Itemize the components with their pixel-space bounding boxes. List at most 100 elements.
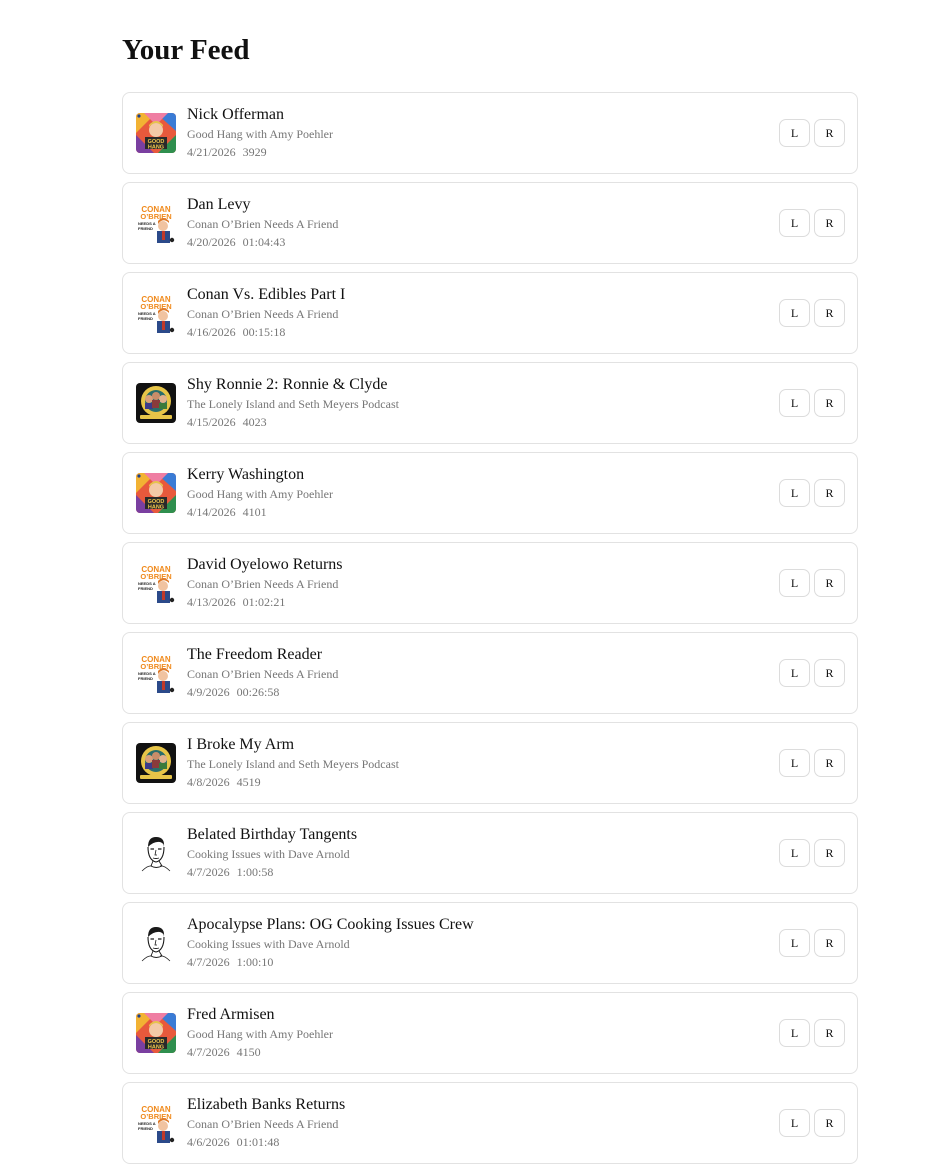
- r-button[interactable]: R: [814, 1019, 845, 1047]
- episode-duration: 3929: [242, 145, 267, 159]
- episode-meta: 4/8/2026 4519: [187, 774, 757, 790]
- episode-duration: 01:01:48: [236, 1135, 280, 1149]
- r-button[interactable]: R: [814, 119, 845, 147]
- episode-date: 4/9/2026: [187, 685, 230, 699]
- episode-title[interactable]: Conan Vs. Edibles Part I: [187, 285, 757, 305]
- episode-duration: 01:04:43: [242, 235, 286, 249]
- episode-meta: 4/16/2026 00:15:18: [187, 324, 757, 340]
- episode-duration: 4519: [236, 775, 261, 789]
- feed-item[interactable]: CONAN O’BRIEN NEEDS A FRIEND Dan Levy Conan O…: [122, 182, 858, 264]
- episode-title[interactable]: David Oyelowo Returns: [187, 555, 757, 575]
- episode-title[interactable]: I Broke My Arm: [187, 735, 757, 755]
- feed-item[interactable]: CONAN O’BRIEN NEEDS A FRIEND Elizabeth Banks…: [122, 1082, 858, 1164]
- l-button[interactable]: L: [779, 569, 810, 597]
- svg-text:FRIEND: FRIEND: [138, 316, 153, 321]
- r-button[interactable]: R: [814, 479, 845, 507]
- l-button[interactable]: L: [779, 1019, 810, 1047]
- l-button[interactable]: L: [779, 839, 810, 867]
- episode-duration: 4150: [236, 1045, 261, 1059]
- episode-date: 4/7/2026: [187, 1045, 230, 1059]
- episode-date: 4/20/2026: [187, 235, 236, 249]
- episode-date: 4/7/2026: [187, 955, 230, 969]
- l-button[interactable]: L: [779, 1109, 810, 1137]
- conan-artwork: CONAN O’BRIEN NEEDS A FRIEND: [136, 1103, 176, 1143]
- feed-item[interactable]: Apocalypse Plans: OG Cooking Issues Crew…: [122, 902, 858, 984]
- episode-title[interactable]: Nick Offerman: [187, 105, 757, 125]
- episode-date: 4/21/2026: [187, 145, 236, 159]
- feed-item[interactable]: GOOD HANG Fred Armisen Good Hang with Amy P…: [122, 992, 858, 1074]
- episode-meta: 4/21/2026 3929: [187, 144, 757, 160]
- episode-info: Belated Birthday Tangents Cooking Issues …: [187, 825, 757, 880]
- episode-actions: LR: [779, 659, 845, 687]
- episode-date: 4/13/2026: [187, 595, 236, 609]
- r-button[interactable]: R: [814, 389, 845, 417]
- feed-item[interactable]: CONAN O’BRIEN NEEDS A FRIEND David Oyelowo R…: [122, 542, 858, 624]
- episode-info: I Broke My Arm The Lonely Island and Seth…: [187, 735, 757, 790]
- episode-date: 4/7/2026: [187, 865, 230, 879]
- episode-actions: LR: [779, 1109, 845, 1137]
- r-button[interactable]: R: [814, 1109, 845, 1137]
- feed-item[interactable]: CONAN O’BRIEN NEEDS A FRIEND The Freedom Rea…: [122, 632, 858, 714]
- l-button[interactable]: L: [779, 389, 810, 417]
- episode-info: Fred Armisen Good Hang with Amy Poehler 4/…: [187, 1005, 757, 1060]
- podcast-name: Cooking Issues with Dave Arnold: [187, 847, 350, 861]
- svg-text:FRIEND: FRIEND: [138, 586, 153, 591]
- episode-date: 4/15/2026: [187, 415, 236, 429]
- podcast-name: Good Hang with Amy Poehler: [187, 127, 333, 141]
- episode-info: Apocalypse Plans: OG Cooking Issues Crew…: [187, 915, 757, 970]
- r-button[interactable]: R: [814, 929, 845, 957]
- episode-title[interactable]: Fred Armisen: [187, 1005, 757, 1025]
- episode-info: Kerry Washington Good Hang with Amy Poehl…: [187, 465, 757, 520]
- episode-actions: LR: [779, 1019, 845, 1047]
- episode-title[interactable]: Apocalypse Plans: OG Cooking Issues Crew: [187, 915, 757, 935]
- feed-item[interactable]: GOOD HANG Nick Offerman Good Hang with Amy …: [122, 92, 858, 174]
- episode-info: The Freedom Reader Conan O’Brien Needs A …: [187, 645, 757, 700]
- r-button[interactable]: R: [814, 209, 845, 237]
- episode-actions: LR: [779, 209, 845, 237]
- l-button[interactable]: L: [779, 209, 810, 237]
- episode-info: David Oyelowo Returns Conan O’Brien Needs…: [187, 555, 757, 610]
- l-button[interactable]: L: [779, 119, 810, 147]
- feed-item[interactable]: Shy Ronnie 2: Ronnie & Clyde The Lonely I…: [122, 362, 858, 444]
- episode-info: Nick Offerman Good Hang with Amy Poehler 4…: [187, 105, 757, 160]
- r-button[interactable]: R: [814, 659, 845, 687]
- episode-title[interactable]: Dan Levy: [187, 195, 757, 215]
- good-hang-artwork: GOOD HANG: [136, 113, 176, 153]
- feed-item[interactable]: Belated Birthday Tangents Cooking Issues …: [122, 812, 858, 894]
- podcast-name: Good Hang with Amy Poehler: [187, 1027, 333, 1041]
- episode-info: Conan Vs. Edibles Part I Conan O’Brien Ne…: [187, 285, 757, 340]
- feed-item[interactable]: CONAN O’BRIEN NEEDS A FRIEND Conan Vs. Edibl…: [122, 272, 858, 354]
- episode-info: Elizabeth Banks Returns Conan O’Brien Nee…: [187, 1095, 757, 1150]
- r-button[interactable]: R: [814, 749, 845, 777]
- episode-date: 4/6/2026: [187, 1135, 230, 1149]
- episode-actions: LR: [779, 119, 845, 147]
- l-button[interactable]: L: [779, 929, 810, 957]
- l-button[interactable]: L: [779, 299, 810, 327]
- podcast-name: Conan O’Brien Needs A Friend: [187, 667, 339, 681]
- episode-meta: 4/14/2026 4101: [187, 504, 757, 520]
- episode-date: 4/16/2026: [187, 325, 236, 339]
- episode-date: 4/14/2026: [187, 505, 236, 519]
- svg-text:HANG: HANG: [148, 145, 164, 151]
- feed-item[interactable]: I Broke My Arm The Lonely Island and Seth…: [122, 722, 858, 804]
- episode-title[interactable]: Elizabeth Banks Returns: [187, 1095, 757, 1115]
- l-button[interactable]: L: [779, 749, 810, 777]
- episode-duration: 4023: [242, 415, 267, 429]
- feed-item[interactable]: GOOD HANG Kerry Washington Good Hang with A…: [122, 452, 858, 534]
- episode-title[interactable]: Belated Birthday Tangents: [187, 825, 757, 845]
- podcast-name: The Lonely Island and Seth Meyers Podcas…: [187, 757, 399, 771]
- r-button[interactable]: R: [814, 839, 845, 867]
- episode-actions: LR: [779, 299, 845, 327]
- l-button[interactable]: L: [779, 479, 810, 507]
- conan-artwork: CONAN O’BRIEN NEEDS A FRIEND: [136, 203, 176, 243]
- episode-title[interactable]: Kerry Washington: [187, 465, 757, 485]
- r-button[interactable]: R: [814, 569, 845, 597]
- episode-actions: LR: [779, 839, 845, 867]
- episode-actions: LR: [779, 929, 845, 957]
- episode-title[interactable]: Shy Ronnie 2: Ronnie & Clyde: [187, 375, 757, 395]
- episode-title[interactable]: The Freedom Reader: [187, 645, 757, 665]
- l-button[interactable]: L: [779, 659, 810, 687]
- episode-meta: 4/7/2026 1:00:58: [187, 864, 757, 880]
- r-button[interactable]: R: [814, 299, 845, 327]
- episode-actions: LR: [779, 749, 845, 777]
